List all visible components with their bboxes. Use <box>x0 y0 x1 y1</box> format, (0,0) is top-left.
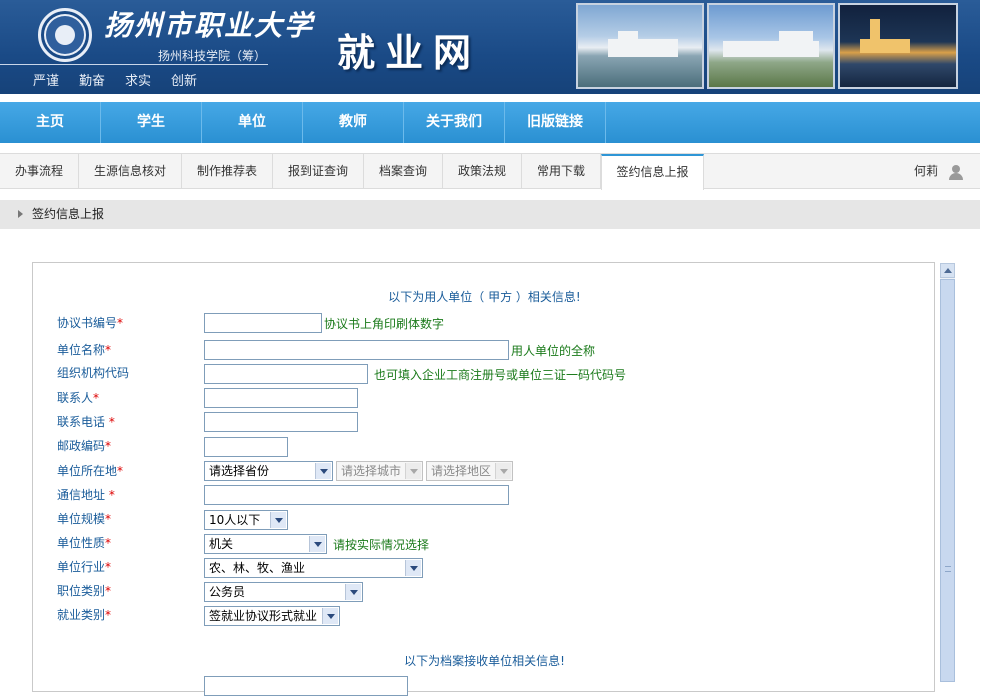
scroll-up-button[interactable] <box>940 263 955 278</box>
district-select[interactable]: 请选择地区 <box>426 461 513 481</box>
hint-unit-name: 用人单位的全称 <box>511 344 596 358</box>
label-industry: 单位行业* <box>57 560 112 574</box>
tab-source-check[interactable]: 生源信息核对 <box>79 154 182 189</box>
tab-downloads[interactable]: 常用下载 <box>522 154 601 189</box>
nav-about[interactable]: 关于我们 <box>404 102 505 143</box>
user-icon <box>948 164 964 180</box>
chevron-down-icon <box>495 463 511 479</box>
scale-select[interactable]: 10人以下 <box>204 510 288 530</box>
hint-org-code: 也可填入企业工商注册号或单位三证一码代码号 <box>374 368 627 382</box>
motto-word: 求实 <box>125 74 152 89</box>
postcode-input[interactable] <box>204 437 288 457</box>
unit-name-input[interactable] <box>204 340 509 360</box>
campus-photo <box>707 3 835 89</box>
nature-select[interactable]: 机关 <box>204 534 327 554</box>
province-select[interactable]: 请选择省份 <box>204 461 333 481</box>
motto-word: 创新 <box>171 74 198 89</box>
chevron-down-icon <box>315 463 331 479</box>
school-name: 扬州市职业大学 <box>104 9 315 42</box>
label-job-type: 职位类别* <box>57 584 112 598</box>
agreement-no-input[interactable] <box>204 313 322 333</box>
sub-tabs: 办事流程 生源信息核对 制作推荐表 报到证查询 档案查询 政策法规 常用下载 签… <box>0 153 980 190</box>
job-type-select[interactable]: 公务员 <box>204 582 363 602</box>
school-motto: 严谨 勤奋 求实 创新 <box>33 70 197 89</box>
chevron-down-icon <box>322 608 338 624</box>
chevron-down-icon <box>270 512 286 528</box>
address-input[interactable] <box>204 485 509 505</box>
label-postcode: 邮政编码* <box>57 439 112 453</box>
header-banner: 扬州市职业大学 扬州科技学院（筹） 严谨 勤奋 求实 创新 就业网 <box>0 0 980 94</box>
chevron-right-icon <box>18 210 23 218</box>
breadcrumb-label: 签约信息上报 <box>32 207 105 221</box>
hint-nature: 请按实际情况选择 <box>333 538 430 552</box>
vertical-scrollbar[interactable] <box>940 263 955 682</box>
campus-photo <box>576 3 704 89</box>
user-menu[interactable]: 何莉 <box>914 154 964 189</box>
employment-type-select[interactable]: 签就业协议形式就业 <box>204 606 340 626</box>
tab-policy[interactable]: 政策法规 <box>443 154 522 189</box>
main-nav: 主页 学生 单位 教师 关于我们 旧版链接 <box>0 102 980 143</box>
nav-home[interactable]: 主页 <box>0 102 101 143</box>
nav-teacher[interactable]: 教师 <box>303 102 404 143</box>
tab-signing-report[interactable]: 签约信息上报 <box>601 154 704 190</box>
form-panel: 以下为用人单位（ 甲方 ）相关信息! 协议书编号* 协议书上角印刷体数字 单位名… <box>32 262 935 696</box>
campus-photo <box>838 3 958 89</box>
hint-agreement-no: 协议书上角印刷体数字 <box>324 317 445 331</box>
nav-old-version[interactable]: 旧版链接 <box>505 102 606 143</box>
phone-input[interactable] <box>204 412 358 432</box>
industry-select[interactable]: 农、林、牧、渔业 <box>204 558 423 578</box>
chevron-down-icon <box>345 584 361 600</box>
tab-archive-query[interactable]: 档案查询 <box>364 154 443 189</box>
label-org-code: 组织机构代码 <box>57 366 130 380</box>
label-contact: 联系人* <box>57 391 100 405</box>
motto-word: 严谨 <box>33 74 60 89</box>
nav-unit[interactable]: 单位 <box>202 102 303 143</box>
contact-input[interactable] <box>204 388 358 408</box>
label-phone: 联系电话 * <box>57 415 115 429</box>
city-select[interactable]: 请选择城市 <box>336 461 423 481</box>
banner-divider <box>0 64 268 65</box>
school-subtitle: 扬州科技学院（筹） <box>158 49 267 63</box>
org-code-input[interactable] <box>204 364 368 384</box>
label-address: 通信地址 * <box>57 488 115 502</box>
nav-student[interactable]: 学生 <box>101 102 202 143</box>
label-location: 单位所在地* <box>57 464 124 478</box>
section-title-employer: 以下为用人单位（ 甲方 ）相关信息! <box>388 290 581 304</box>
label-agreement-no: 协议书编号* <box>57 316 124 330</box>
tab-process[interactable]: 办事流程 <box>0 154 79 189</box>
school-logo <box>38 8 92 62</box>
user-name: 何莉 <box>913 164 938 178</box>
section-title-archive: 以下为档案接收单位相关信息! <box>404 654 565 668</box>
archive-unit-input[interactable] <box>204 676 408 696</box>
label-nature: 单位性质* <box>57 536 112 550</box>
label-employment-type: 就业类别* <box>57 608 112 622</box>
chevron-down-icon <box>309 536 325 552</box>
tab-report-query[interactable]: 报到证查询 <box>273 154 364 189</box>
chevron-down-icon <box>405 463 421 479</box>
chevron-down-icon <box>405 560 421 576</box>
scroll-thumb[interactable] <box>940 279 955 682</box>
site-title: 就业网 <box>337 30 482 75</box>
tab-recommend-form[interactable]: 制作推荐表 <box>182 154 273 189</box>
label-scale: 单位规模* <box>57 512 112 526</box>
breadcrumb: 签约信息上报 <box>0 200 980 229</box>
motto-word: 勤奋 <box>79 74 106 89</box>
label-unit-name: 单位名称* <box>57 343 112 357</box>
